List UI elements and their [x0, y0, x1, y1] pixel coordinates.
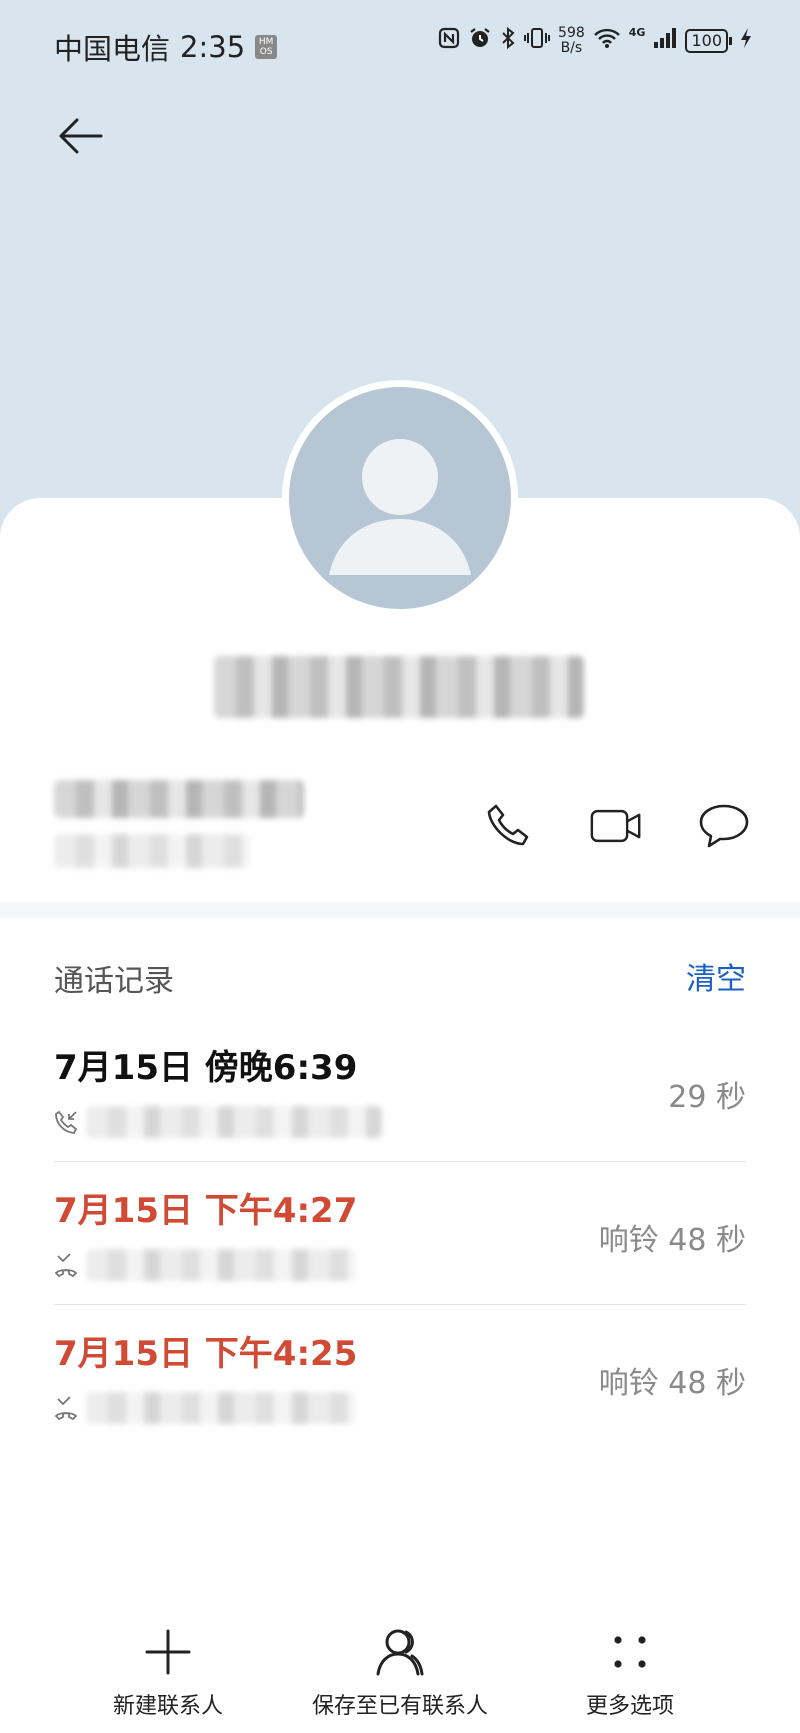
hmos-badge: HM OS: [255, 35, 278, 59]
call-log-row[interactable]: 7月15日 下午4:27 响铃 48 秒: [54, 1163, 746, 1305]
charging-icon: [740, 27, 752, 55]
net-speed-unit: B/s: [560, 40, 583, 56]
new-contact-button[interactable]: 新建联系人: [88, 1620, 248, 1720]
status-bar: 中国电信 2:35 HM OS 598 B/s 4G 100: [0, 0, 800, 90]
call-log-title: 通话记录: [54, 964, 174, 999]
chat-bubble-icon: [699, 804, 749, 848]
contact-actions: [482, 800, 750, 852]
section-divider: [0, 902, 800, 918]
dots-grid-icon: [614, 1636, 646, 1668]
carrier-label: 中国电信: [54, 32, 171, 66]
call-time: 7月15日 下午4:27: [54, 1191, 358, 1231]
row-separator: [54, 1304, 746, 1305]
default-avatar-icon: [289, 387, 511, 609]
redacted-call-detail: [86, 1106, 382, 1138]
avatar: [282, 380, 518, 616]
call-time: 7月15日 傍晚6:39: [54, 1048, 358, 1088]
redacted-call-detail: [86, 1392, 356, 1424]
bluetooth-icon: [500, 26, 516, 56]
call-duration: 响铃 48 秒: [598, 1366, 746, 1401]
nfc-icon: [438, 27, 460, 55]
person-icon: [376, 1629, 424, 1676]
back-button[interactable]: [50, 106, 110, 166]
call-time: 7月15日 下午4:25: [54, 1334, 358, 1374]
more-options-label: 更多选项: [585, 1694, 674, 1719]
redacted-phone-number: [54, 780, 304, 818]
save-existing-label: 保存至已有联系人: [311, 1694, 488, 1719]
save-existing-button[interactable]: 保存至已有联系人: [300, 1620, 500, 1720]
redacted-location: [54, 834, 250, 868]
wifi-icon: [593, 27, 621, 55]
net-speed-value: 598: [558, 25, 585, 41]
call-button[interactable]: [482, 800, 534, 852]
net-speed: 598 B/s: [558, 26, 585, 56]
call-log-row[interactable]: 7月15日 傍晚6:39 29 秒: [54, 1020, 746, 1162]
clear-button[interactable]: 清空: [686, 954, 746, 998]
clock: 2:35: [180, 30, 246, 64]
bottom-toolbar: 新建联系人 保存至已有联系人 更多选项: [0, 1620, 800, 1733]
redacted-contact-name: [214, 656, 584, 718]
battery-indicator: 100: [685, 29, 732, 53]
redacted-call-detail: [86, 1249, 356, 1281]
call-log-row[interactable]: 7月15日 下午4:25 响铃 48 秒: [54, 1306, 746, 1448]
message-button[interactable]: [698, 800, 750, 852]
new-contact-label: 新建联系人: [112, 1694, 223, 1719]
incoming-call-icon: [55, 1110, 78, 1134]
arrow-left-icon: [59, 118, 103, 154]
video-call-button[interactable]: [590, 800, 642, 852]
status-left: 中国电信 2:35 HM OS: [54, 26, 278, 68]
status-right: 598 B/s 4G 100: [438, 26, 752, 56]
row-separator: [54, 1161, 746, 1162]
missed-call-icon: [54, 1396, 78, 1420]
plus-icon: [145, 1629, 191, 1675]
phone-icon: [487, 804, 529, 846]
network-type: 4G: [628, 26, 646, 39]
alarm-icon: [468, 26, 492, 56]
missed-call-icon: [54, 1253, 78, 1277]
video-camera-icon: [590, 809, 641, 843]
more-options-button[interactable]: 更多选项: [570, 1620, 690, 1720]
call-duration: 响铃 48 秒: [598, 1223, 746, 1258]
vibrate-icon: [524, 27, 551, 55]
signal-icon: [653, 27, 677, 55]
call-duration: 29 秒: [668, 1080, 746, 1115]
